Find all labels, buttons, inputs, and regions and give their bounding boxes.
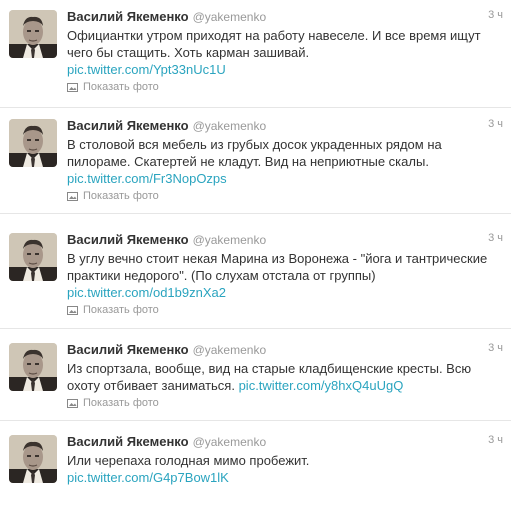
avatar[interactable] — [9, 435, 57, 483]
tweet[interactable]: Василий Якеменко @yakemenko 3 ч В столово… — [0, 109, 511, 214]
show-photo-button[interactable]: Показать фото — [67, 303, 159, 317]
tweet-time[interactable]: 3 ч — [488, 342, 503, 354]
tweet-body: В углу вечно стоит некая Марина из Ворон… — [67, 251, 488, 283]
show-photo-button[interactable]: Показать фото — [67, 396, 159, 410]
show-photo-label: Показать фото — [83, 81, 159, 93]
tweet-time[interactable]: 3 ч — [488, 118, 503, 130]
author-handle[interactable]: @yakemenko — [193, 233, 267, 247]
tweet-text: Или черепаха голодная мимо пробежит. pic… — [67, 452, 503, 486]
show-photo-button[interactable]: Показать фото — [67, 80, 159, 94]
tweet-time[interactable]: 3 ч — [488, 232, 503, 244]
author-handle[interactable]: @yakemenko — [193, 119, 267, 133]
show-photo-label: Показать фото — [83, 397, 159, 409]
tweet-media-link[interactable]: pic.twitter.com/y8hxQ4uUgQ — [239, 378, 404, 393]
tweet-text: Официантки утром приходят на работу наве… — [67, 27, 503, 78]
avatar[interactable] — [9, 343, 57, 391]
author-name[interactable]: Василий Якеменко — [67, 342, 189, 357]
show-photo-label: Показать фото — [83, 190, 159, 202]
tweet[interactable]: Василий Якеменко @yakemenko 3 ч В углу ве… — [0, 223, 511, 329]
author-name[interactable]: Василий Якеменко — [67, 9, 189, 24]
tweet[interactable]: Василий Якеменко @yakemenko 3 ч Официантк… — [0, 0, 511, 108]
tweet-text: Из спортзала, вообще, вид на старые клад… — [67, 360, 503, 394]
tweet-media-link[interactable]: pic.twitter.com/od1b9znXa2 — [67, 285, 226, 300]
author-handle[interactable]: @yakemenko — [193, 10, 267, 24]
author-name[interactable]: Василий Якеменко — [67, 434, 189, 449]
author-handle[interactable]: @yakemenko — [193, 343, 267, 357]
avatar[interactable] — [9, 233, 57, 281]
tweet-body: Или черепаха голодная мимо пробежит. — [67, 453, 310, 468]
author-name[interactable]: Василий Якеменко — [67, 118, 189, 133]
tweet-text: В углу вечно стоит некая Марина из Ворон… — [67, 250, 503, 301]
tweet[interactable]: Василий Якеменко @yakemenko 3 ч Или череп… — [0, 425, 511, 511]
photo-icon — [67, 191, 78, 201]
tweet[interactable]: Василий Якеменко @yakemenko 3 ч Из спортз… — [0, 333, 511, 421]
tweet-time[interactable]: 3 ч — [488, 434, 503, 446]
author-handle[interactable]: @yakemenko — [193, 435, 267, 449]
avatar[interactable] — [9, 119, 57, 167]
tweet-feed: Василий Якеменко @yakemenko 3 ч Официантк… — [0, 0, 511, 511]
show-photo-label: Показать фото — [83, 304, 159, 316]
photo-icon — [67, 82, 78, 92]
show-photo-button[interactable]: Показать фото — [67, 189, 159, 203]
tweet-body: Официантки утром приходят на работу наве… — [67, 28, 481, 60]
tweet-media-link[interactable]: pic.twitter.com/G4p7Bow1lK — [67, 470, 229, 485]
tweet-body: В столовой вся мебель из грубых досок ук… — [67, 137, 442, 169]
tweet-media-link[interactable]: pic.twitter.com/Fr3NopOzps — [67, 171, 227, 186]
author-name[interactable]: Василий Якеменко — [67, 232, 189, 247]
tweet-time[interactable]: 3 ч — [488, 9, 503, 21]
photo-icon — [67, 398, 78, 408]
photo-icon — [67, 305, 78, 315]
tweet-media-link[interactable]: pic.twitter.com/Ypt33nUc1U — [67, 62, 226, 77]
avatar[interactable] — [9, 10, 57, 58]
tweet-text: В столовой вся мебель из грубых досок ук… — [67, 136, 503, 187]
